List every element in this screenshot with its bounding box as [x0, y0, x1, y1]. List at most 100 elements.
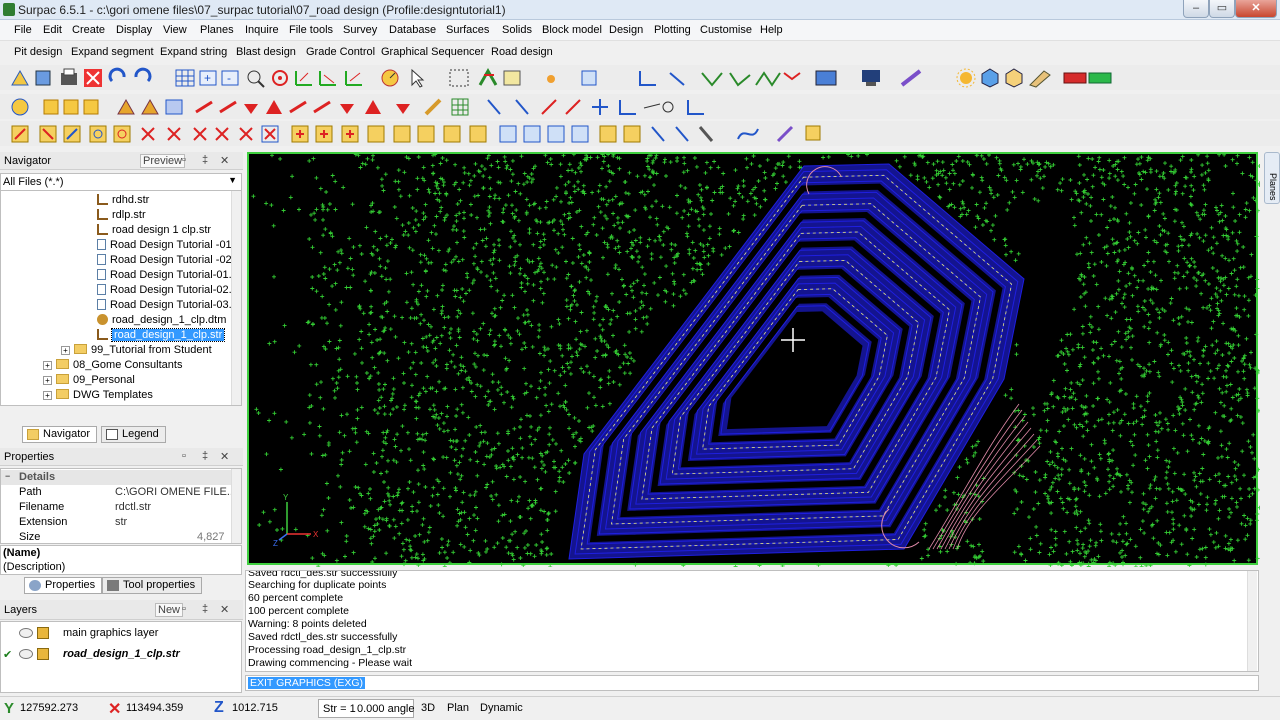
file-filter-select[interactable]: All Files (*.*) ▼ [0, 173, 242, 191]
navigator-scrollbar[interactable] [231, 191, 241, 405]
property-row[interactable]: Extension str [1, 515, 231, 530]
property-row[interactable]: Size 4,827 [1, 530, 231, 543]
tree-folder[interactable]: +09_Personal [43, 373, 135, 388]
tab-navigator[interactable]: Navigator [22, 426, 98, 443]
tree-folder-label: 08_Gome Consultants [73, 359, 183, 371]
tree-item[interactable]: Road Design Tutorial -02 [97, 253, 232, 268]
message-line: Processing road_design_1_clp.str [248, 644, 407, 656]
graphics-canvas[interactable]: Y X Z [249, 154, 1260, 567]
menu-display[interactable]: Display [116, 24, 152, 36]
expand-icon[interactable]: + [43, 376, 52, 385]
maximize-button[interactable]: ▭ [1209, 0, 1235, 18]
minimize-button[interactable]: – [1183, 0, 1209, 18]
collapse-icon[interactable]: − [5, 471, 10, 481]
menu-file-tools[interactable]: File tools [289, 24, 333, 36]
tree-folder[interactable]: +08_Gome Consultants [43, 358, 182, 373]
tree-item[interactable]: Road Design Tutorial-03. [97, 298, 232, 313]
menu-expand-segment[interactable]: Expand segment [71, 46, 154, 58]
details-section[interactable]: − Details [1, 470, 231, 485]
tree-folder[interactable]: + DWG Templates [43, 388, 153, 403]
properties-grid: − Details Path C:\GORI OMENE FILE... File… [0, 468, 242, 544]
menu-solids[interactable]: Solids [502, 24, 532, 36]
menu-graphical-sequencer[interactable]: Graphical Sequencer [381, 46, 484, 58]
eye-icon[interactable] [19, 649, 33, 659]
float-panel-icon[interactable]: ▫ [182, 603, 186, 615]
menu-help[interactable]: Help [760, 24, 783, 36]
tab-legend[interactable]: Legend [101, 426, 166, 443]
menu-create[interactable]: Create [72, 24, 105, 36]
properties-scrollbar[interactable] [231, 469, 241, 543]
float-panel-icon[interactable]: ▫ [182, 450, 186, 462]
layers-list: main graphics layer ✔ road_design_1_clp.… [0, 621, 242, 693]
pin-icon[interactable]: ‡ [202, 450, 208, 462]
command-line[interactable]: EXIT GRAPHICS (EXG) [245, 675, 1259, 691]
tree-item[interactable]: road_design_1_clp.dtm [97, 313, 226, 328]
planes-side-tab[interactable]: Planes [1264, 152, 1280, 204]
check-icon[interactable]: ✔ [3, 648, 12, 663]
mode-3d-button[interactable]: 3D [421, 702, 435, 714]
toolbar-3-glyphs[interactable] [11, 125, 821, 143]
tree-folder[interactable]: +99_Tutorial from Student [61, 343, 212, 358]
close-button[interactable]: ✕ [1235, 0, 1277, 18]
expand-icon[interactable]: + [43, 361, 52, 370]
pin-icon[interactable]: ‡ [202, 154, 208, 166]
expand-icon[interactable]: + [61, 346, 70, 355]
chevron-down-icon[interactable]: ▼ [228, 175, 237, 185]
tree-item[interactable]: rdhd.str [97, 193, 149, 208]
property-key: Path [19, 486, 42, 498]
menu-view[interactable]: View [163, 24, 187, 36]
pin-icon[interactable]: ‡ [202, 603, 208, 615]
menu-surfaces[interactable]: Surfaces [446, 24, 489, 36]
menu-block-model[interactable]: Block model [542, 24, 602, 36]
close-panel-icon[interactable]: ✕ [220, 603, 229, 616]
expand-icon[interactable]: + [43, 391, 52, 400]
properties-header: Properties ▫ ‡ ✕ [0, 448, 243, 466]
tree-item[interactable]: road design 1 clp.str [97, 223, 211, 238]
graphics-viewport[interactable]: Y X Z [247, 152, 1260, 567]
menu-grade-control[interactable]: Grade Control [306, 46, 375, 58]
tree-item[interactable]: Road Design Tutorial-02. [97, 283, 232, 298]
menu-survey[interactable]: Survey [343, 24, 377, 36]
toolbar-1-icons[interactable]: + - [0, 65, 1280, 90]
string-angle-field[interactable]: Str = 1 0.000 angle [318, 699, 415, 718]
menu-expand-string[interactable]: Expand string [160, 46, 227, 58]
menu-database[interactable]: Database [389, 24, 436, 36]
close-panel-icon[interactable]: ✕ [220, 154, 229, 167]
property-row[interactable]: Path C:\GORI OMENE FILE... [1, 485, 236, 500]
menu-customise[interactable]: Customise [700, 24, 752, 36]
layer-row[interactable]: main graphics layer [3, 626, 239, 641]
lock-icon[interactable] [37, 627, 49, 639]
close-panel-icon[interactable]: ✕ [220, 450, 229, 463]
new-layer-button[interactable]: New [155, 603, 184, 617]
tree-item[interactable]: rdlp.str [97, 208, 146, 223]
menu-plotting[interactable]: Plotting [654, 24, 691, 36]
menu-planes[interactable]: Planes [200, 24, 234, 36]
toolbar-1-glyphs[interactable]: + - [11, 67, 1112, 88]
mode-plan-button[interactable]: Plan [447, 702, 469, 714]
preview-button[interactable]: Preview [140, 154, 186, 168]
menu-edit[interactable]: Edit [43, 24, 62, 36]
toolbar-3-icons[interactable] [0, 121, 1280, 146]
menu-road-design[interactable]: Road design [491, 46, 553, 58]
toolbar-2-icons[interactable] [0, 94, 1280, 119]
property-row[interactable]: Filename rdctl.str [1, 500, 231, 515]
menu-pit-design[interactable]: Pit design [14, 46, 62, 58]
toolbar-2-glyphs[interactable] [11, 98, 704, 116]
message-scrollbar[interactable] [1247, 571, 1257, 671]
tab-properties[interactable]: Properties [24, 577, 103, 594]
float-panel-icon[interactable]: ▫ [182, 154, 186, 166]
tab-tool-properties[interactable]: Tool properties [102, 577, 203, 594]
file-filter-value: All Files (*.*) [3, 176, 64, 188]
eye-icon[interactable] [19, 628, 33, 638]
menu-file[interactable]: File [14, 24, 32, 36]
tree-item-selected[interactable]: road_design_1_clp.str [97, 328, 226, 343]
menu-design[interactable]: Design [609, 24, 643, 36]
mode-dynamic-button[interactable]: Dynamic [480, 702, 523, 714]
tree-item[interactable]: Road Design Tutorial -01 [97, 238, 232, 253]
layer-row-active[interactable]: ✔ road_design_1_clp.str [3, 647, 239, 662]
z-coordinate-value: 1012.715 [232, 702, 278, 714]
menu-inquire[interactable]: Inquire [245, 24, 279, 36]
tree-item[interactable]: Road Design Tutorial-01. [97, 268, 232, 283]
menu-blast-design[interactable]: Blast design [236, 46, 296, 58]
lock-icon[interactable] [37, 648, 49, 660]
